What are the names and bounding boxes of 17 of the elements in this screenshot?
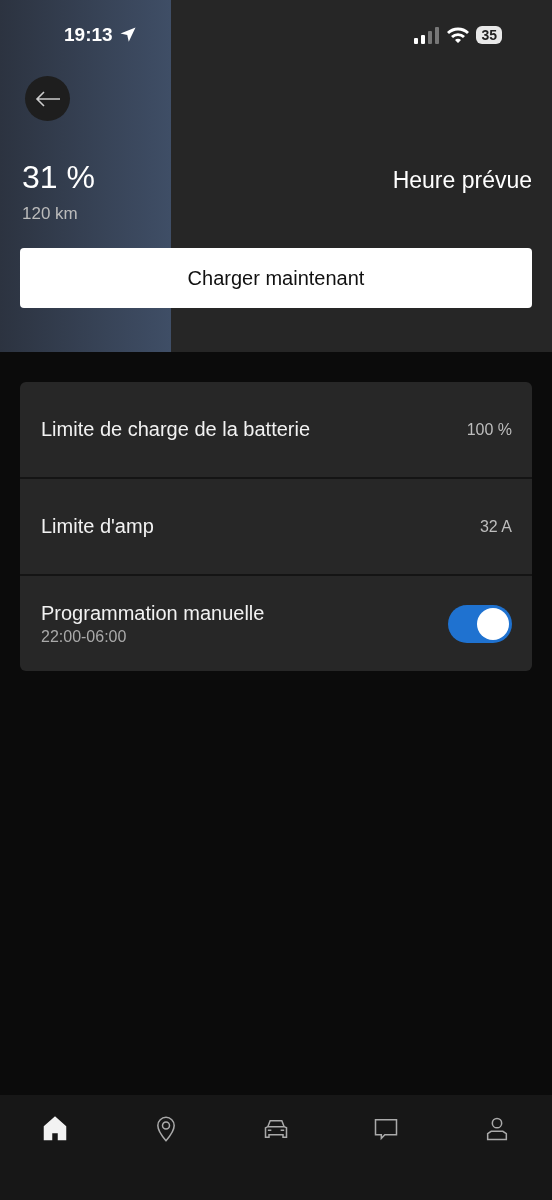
battery-indicator: 35	[476, 26, 502, 44]
charge-percentage: 31 %	[22, 159, 95, 196]
setting-label: Limite de charge de la batterie	[41, 418, 311, 441]
status-time: 19:13	[64, 24, 113, 46]
setting-value: 100 %	[466, 420, 512, 439]
location-arrow-icon	[118, 26, 137, 44]
wifi-icon	[446, 26, 471, 44]
back-arrow-icon	[34, 90, 61, 107]
setting-label: Limite d'amp	[41, 515, 154, 538]
range-text: 120 km	[22, 204, 79, 224]
setting-label: Programmation manuelle	[41, 601, 265, 625]
charge-now-button[interactable]: Charger maintenant	[20, 248, 532, 308]
scheduled-time-label: Heure prévue	[392, 167, 532, 194]
setting-value: 32 A	[479, 517, 512, 536]
signal-icon	[414, 26, 441, 44]
schedule-time-range: 22:00-06:00	[41, 627, 128, 646]
toggle-switch[interactable]	[448, 604, 512, 643]
